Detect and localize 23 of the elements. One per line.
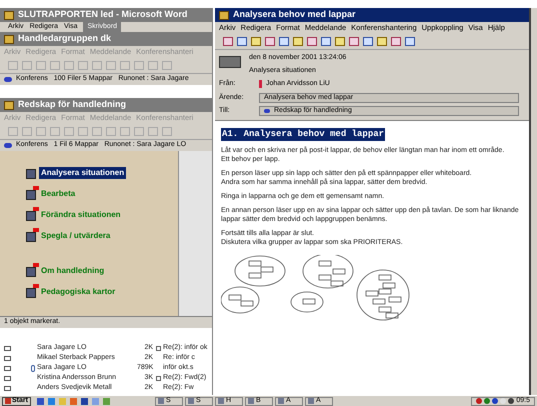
conference-icon	[4, 143, 12, 148]
windows-logo-icon	[5, 398, 11, 404]
message-heading: A1. Analysera behov med lappar	[221, 128, 386, 141]
app-icon	[278, 398, 284, 404]
envelope-icon	[219, 56, 241, 68]
person-icon	[259, 80, 262, 88]
conference-icon	[4, 77, 12, 82]
folder-item[interactable]: Analysera situationen	[39, 167, 126, 179]
window-title: Analysera behov med lappar	[233, 8, 356, 22]
window-title: Redskap för handledning	[18, 98, 126, 112]
app-icon	[219, 10, 229, 20]
app-icon	[188, 398, 194, 404]
app-icon	[4, 100, 14, 110]
window-title: SLUTRAPPORTEN led - Microsoft Word	[18, 8, 188, 22]
app-icon	[218, 398, 224, 404]
app-icon	[4, 34, 14, 44]
window-title: Handledargruppen dk	[18, 32, 112, 46]
folder-item-icon	[26, 169, 36, 179]
conference-icon	[264, 109, 270, 114]
app-icon	[248, 398, 254, 404]
app-icon	[4, 10, 14, 20]
app-icon	[158, 398, 164, 404]
app-icon	[308, 398, 314, 404]
